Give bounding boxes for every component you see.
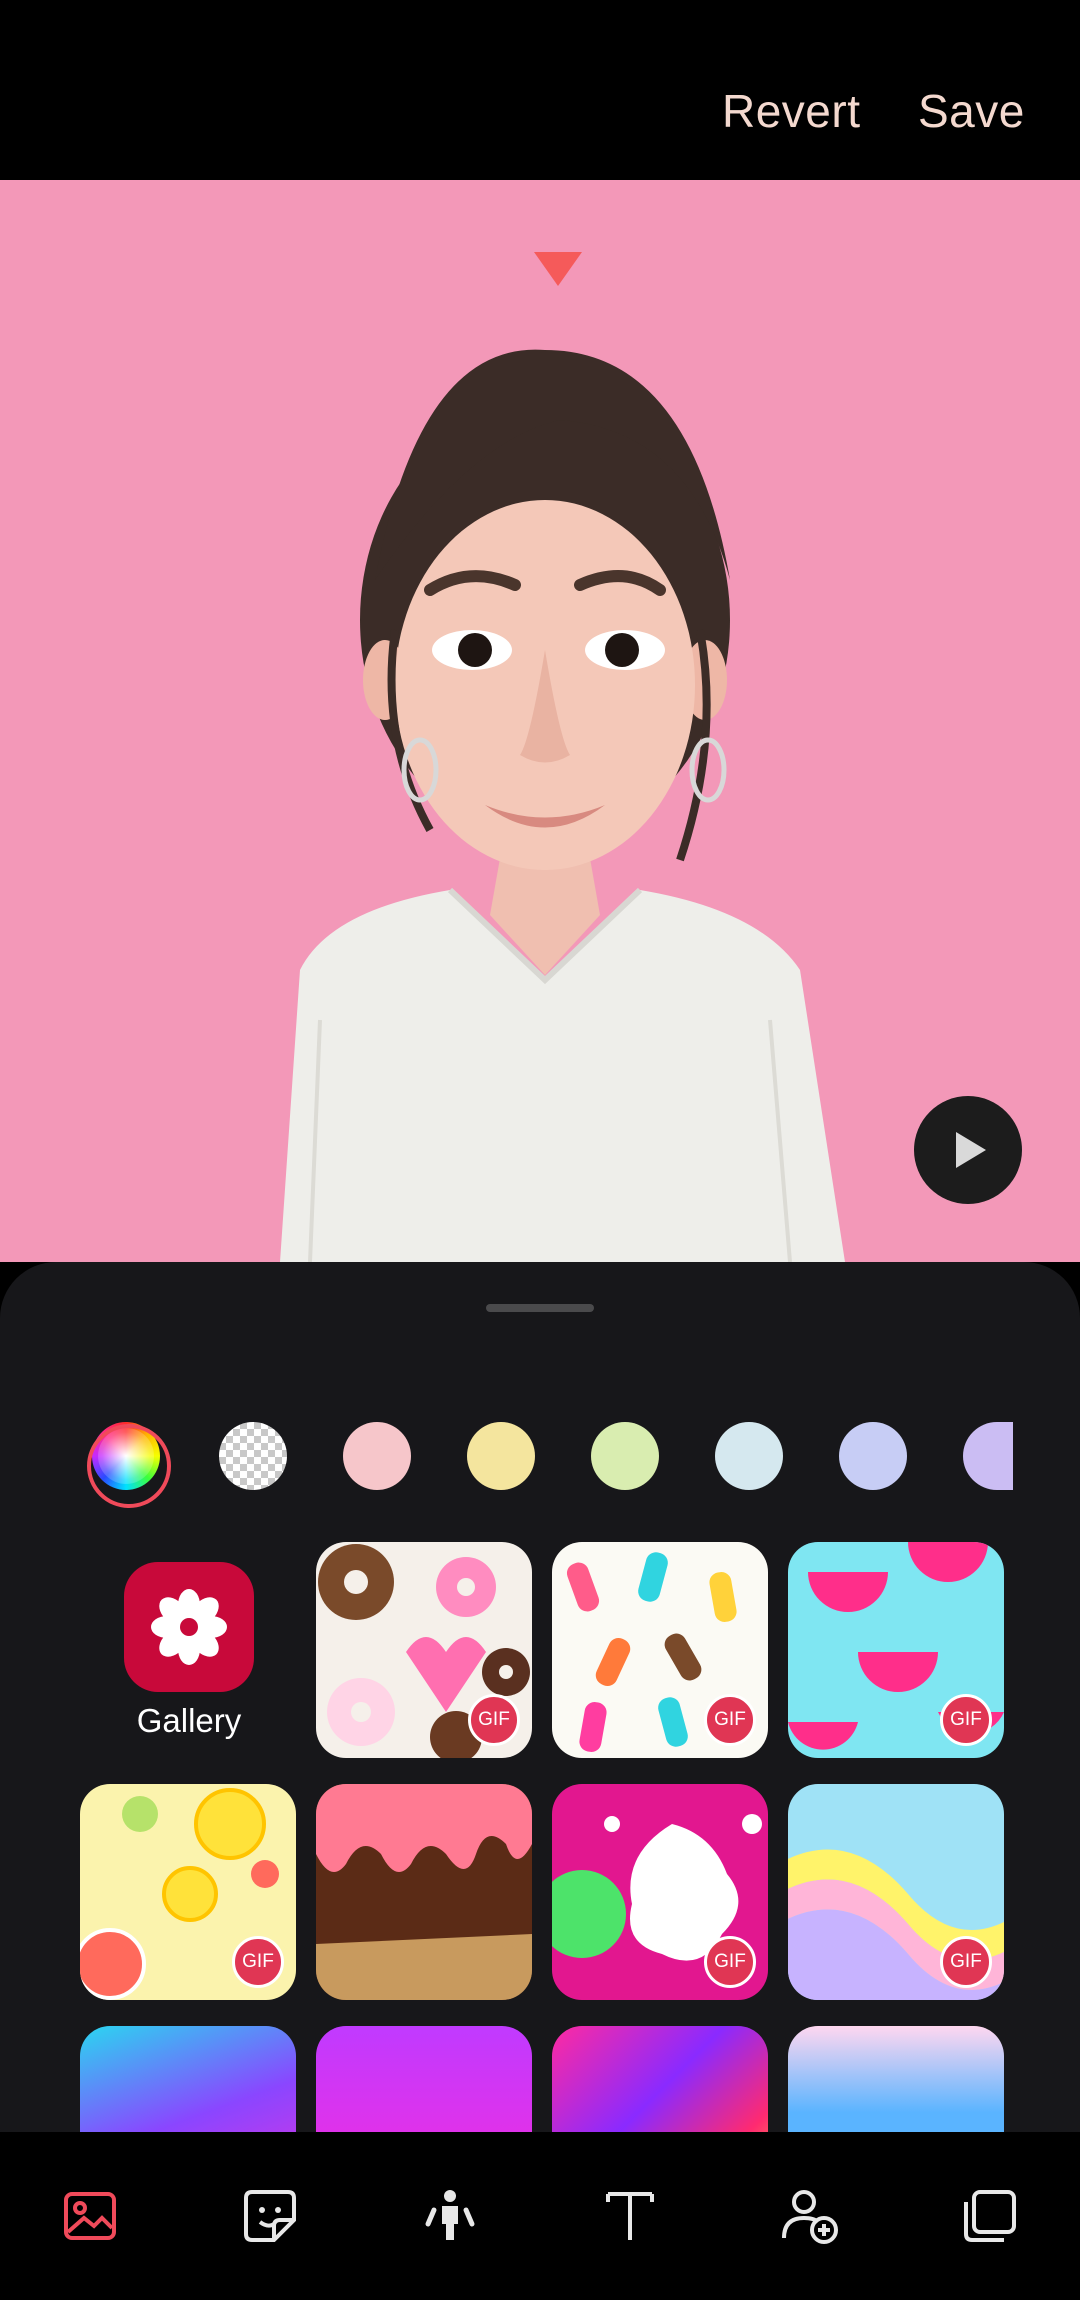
popsicles-tile[interactable]: GIF — [552, 1542, 768, 1758]
layers-tab[interactable] — [958, 2184, 1022, 2248]
sticker-icon — [244, 2190, 296, 2242]
gif-badge: GIF — [704, 1936, 756, 1988]
text-icon — [606, 2192, 654, 2240]
text-tab[interactable] — [598, 2184, 662, 2248]
play-button[interactable] — [914, 1096, 1022, 1204]
top-bar: Revert Save — [0, 0, 1080, 180]
bubbles-tile[interactable] — [80, 2026, 296, 2132]
background-tab[interactable] — [58, 2184, 122, 2248]
pose-tab[interactable] — [418, 2184, 482, 2248]
revert-button[interactable]: Revert — [722, 84, 860, 138]
add-person-icon — [782, 2190, 838, 2244]
chocolate-drip-tile[interactable] — [316, 1784, 532, 2000]
pose-icon — [425, 2190, 475, 2240]
gif-badge: GIF — [232, 1936, 284, 1988]
save-button[interactable]: Save — [918, 84, 1025, 138]
sheet-handle[interactable] — [486, 1304, 594, 1312]
sparkles-tile[interactable] — [316, 2026, 532, 2132]
paint-splash-tile[interactable]: GIF — [552, 1784, 768, 2000]
periwinkle-swatch[interactable] — [839, 1422, 907, 1490]
yellow-swatch[interactable] — [467, 1422, 535, 1490]
green-swatch[interactable] — [591, 1422, 659, 1490]
lavender-swatch[interactable] — [963, 1422, 1013, 1490]
gif-badge: GIF — [468, 1694, 520, 1746]
background-icon — [64, 2192, 116, 2240]
light-blue-swatch[interactable] — [715, 1422, 783, 1490]
pink-swatch[interactable] — [343, 1422, 411, 1490]
transparent-swatch[interactable] — [219, 1422, 287, 1490]
background-grid: GIF GIF GIF GIF GIF GIF — [0, 1542, 1080, 2132]
selected-swatch-ring — [87, 1424, 171, 1508]
watermelon-tile[interactable]: GIF — [788, 1542, 1004, 1758]
rainbow-waves-tile[interactable]: GIF — [788, 1784, 1004, 2000]
play-icon — [956, 1132, 986, 1168]
gif-badge: GIF — [704, 1694, 756, 1746]
add-person-tab[interactable] — [778, 2184, 842, 2248]
gif-badge: GIF — [940, 1694, 992, 1746]
donuts-tile[interactable]: GIF — [316, 1542, 532, 1758]
sky-clouds-tile[interactable] — [788, 2026, 1004, 2132]
bottom-toolbar — [0, 2132, 1080, 2300]
sticker-tab[interactable] — [238, 2184, 302, 2248]
chocolate-drip-pattern — [316, 1784, 532, 2000]
lemons-tile[interactable]: GIF — [80, 1784, 296, 2000]
avatar-canvas[interactable] — [0, 180, 1080, 1262]
neon-streaks-tile[interactable] — [552, 2026, 768, 2132]
gif-badge: GIF — [940, 1936, 992, 1988]
layers-icon — [964, 2190, 1016, 2242]
avatar-figure — [280, 349, 845, 1262]
